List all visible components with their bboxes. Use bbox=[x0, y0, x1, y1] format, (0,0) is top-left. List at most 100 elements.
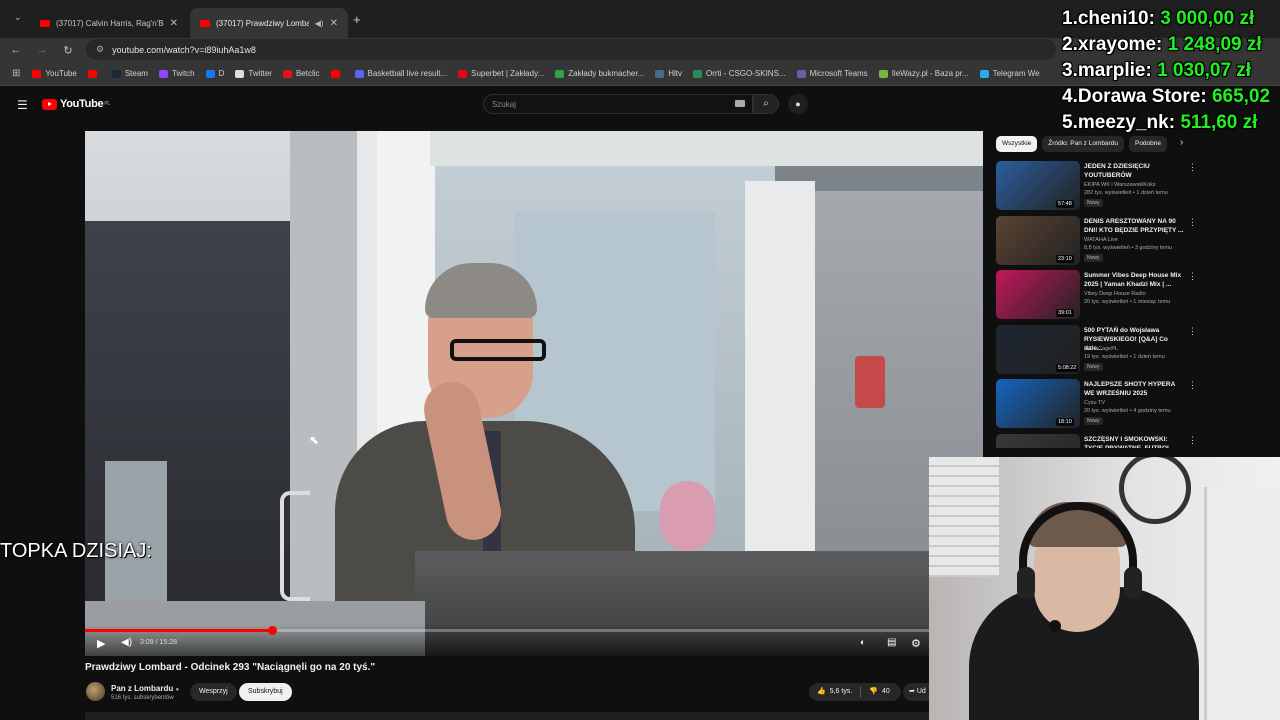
chip-similar[interactable]: Podobne bbox=[1128, 136, 1168, 152]
bookmark-item[interactable]: Twitch bbox=[158, 69, 195, 78]
site-info-icon[interactable]: ⚙ bbox=[96, 44, 104, 55]
apps-grid-icon[interactable]: ⊞ bbox=[12, 68, 20, 79]
bookmark-item[interactable]: Steam bbox=[111, 69, 148, 78]
forward-icon[interactable]: → bbox=[32, 44, 52, 56]
bookmark-item[interactable]: D bbox=[205, 69, 224, 78]
recommendation-channel[interactable]: Vibey Deep House Radio bbox=[1084, 291, 1146, 297]
like-button[interactable]: 👍 5,6 tys. bbox=[809, 683, 860, 701]
back-icon[interactable]: ← bbox=[6, 44, 26, 56]
recommendation-item[interactable]: SZCZĘSNY I SMOKOWSKI: ŻYCIE PRYWATNE, FU… bbox=[996, 433, 1201, 448]
more-options-icon[interactable]: ⋮ bbox=[1188, 326, 1197, 337]
wall-sign bbox=[855, 356, 885, 408]
play-icon[interactable]: ▶ bbox=[97, 637, 105, 650]
recommendation-channel[interactable]: WATAHA Live bbox=[1084, 237, 1118, 243]
bookmark-label: Telegram We bbox=[992, 69, 1040, 78]
leaderboard-amount: 3 000,00 zł bbox=[1160, 8, 1255, 29]
recommendation-title[interactable]: SZCZĘSNY I SMOKOWSKI: ŻYCIE PRYWATNE, FU… bbox=[1084, 435, 1186, 448]
video-player[interactable]: ⬉ ▶ ◀) 3:09 / 15:28 ◐ ▤ ⚙ bbox=[85, 131, 983, 656]
progress-bar[interactable] bbox=[85, 626, 983, 635]
recommendation-meta: 8,8 tys. wyświetleń • 3 godziny temu bbox=[1084, 244, 1173, 251]
keyboard-icon[interactable] bbox=[735, 100, 745, 107]
bookmark-item[interactable]: Microsoft Teams bbox=[796, 69, 868, 78]
more-options-icon[interactable]: ⋮ bbox=[1188, 380, 1197, 391]
menu-icon[interactable]: ☰ bbox=[17, 98, 28, 112]
leaderboard-name: xrayome: bbox=[1077, 34, 1163, 55]
bookmark-item[interactable] bbox=[87, 69, 101, 78]
bookmark-favicon-icon bbox=[235, 69, 245, 78]
search-input[interactable]: Szukaj bbox=[483, 94, 753, 114]
recommendation-title[interactable]: NAJLEPSZE SHOTY HYPERA WE WRZEŚNIU 2025 bbox=[1084, 380, 1186, 398]
chip-all[interactable]: Wszystkie bbox=[996, 136, 1038, 152]
channel-avatar[interactable] bbox=[86, 682, 105, 701]
recommendation-channel[interactable]: EKIPA WK i WarszawskiKoks bbox=[1084, 182, 1156, 188]
bookmark-item[interactable]: Hltv bbox=[655, 69, 682, 78]
bookmark-label: Hltv bbox=[668, 69, 683, 78]
bookmark-favicon-icon bbox=[87, 69, 97, 78]
leaderboard-row: 1.cheni10: 3 000,00 zł bbox=[1062, 6, 1280, 32]
more-options-icon[interactable]: ⋮ bbox=[1188, 162, 1197, 173]
new-badge: Nowy bbox=[1084, 417, 1103, 425]
speaker-icon[interactable]: ◀) bbox=[315, 19, 324, 28]
logo-region: PL bbox=[104, 101, 110, 107]
description-box[interactable] bbox=[85, 712, 930, 720]
more-options-icon[interactable]: ⋮ bbox=[1188, 217, 1197, 228]
bookmark-label: Twitter bbox=[248, 69, 272, 78]
duration-badge: 18:10 bbox=[1056, 418, 1074, 426]
bookmark-item[interactable]: IleWazy.pl - Baza pr... bbox=[878, 69, 969, 78]
search-button[interactable]: ⌕ bbox=[753, 94, 779, 114]
close-tab-icon[interactable]: ✕ bbox=[324, 18, 338, 29]
recommendation-title[interactable]: JEDEN Z DZIESIĘCIU YOUTUBERÓW bbox=[1084, 162, 1186, 180]
voice-search-button[interactable]: ● bbox=[788, 94, 808, 114]
settings-gear-icon[interactable]: ⚙ bbox=[911, 637, 921, 650]
recommendation-title[interactable]: DENIS ARESZTOWANY NA 90 DNI! KTO BĘDZIE … bbox=[1084, 217, 1186, 235]
bookmark-item[interactable]: Superbet | Zakłady... bbox=[458, 69, 544, 78]
bookmark-favicon-icon bbox=[693, 69, 703, 78]
leaderboard-row: 3.marplie: 1 030,07 zł bbox=[1062, 58, 1280, 84]
headset-earcup bbox=[1017, 567, 1035, 599]
mouse-cursor-icon: ⬉ bbox=[309, 433, 320, 447]
url-bar[interactable]: ⚙ youtube.com/watch?v=i89iuhAa1w8 bbox=[86, 39, 1056, 60]
youtube-logo[interactable]: YouTube PL bbox=[42, 98, 110, 110]
support-button[interactable]: Wesprzyj bbox=[190, 683, 237, 701]
recommendation-channel[interactable]: InTheCagePL bbox=[1084, 346, 1118, 352]
tab-search-icon[interactable]: ⌄ bbox=[14, 12, 22, 23]
more-options-icon[interactable]: ⋮ bbox=[1188, 435, 1197, 446]
chevron-right-icon[interactable]: › bbox=[1180, 137, 1183, 148]
youtube-favicon-icon bbox=[200, 19, 210, 27]
recommendation-item[interactable]: 18:10 NAJLEPSZE SHOTY HYPERA WE WRZEŚNIU … bbox=[996, 379, 1201, 431]
recommendation-item[interactable]: 23:10 DENIS ARESZTOWANY NA 90 DNI! KTO BĘ… bbox=[996, 215, 1201, 268]
bookmark-favicon-icon bbox=[111, 69, 121, 78]
recommendation-item[interactable]: 39:01 Summer Vibes Deep House Mix 2025 | … bbox=[996, 270, 1201, 322]
recommendation-item[interactable]: 5:08:22 500 PYTAŃ do Wojsława RYSIEWSKIEG… bbox=[996, 324, 1201, 377]
browser-tab-1[interactable]: (37017) Calvin Harris, Rag'n'Bone ✕ bbox=[30, 8, 188, 38]
scrubber-handle[interactable] bbox=[267, 626, 277, 635]
bookmark-item[interactable]: Betclic bbox=[282, 69, 320, 78]
bookmark-item[interactable]: Twitter bbox=[235, 69, 272, 78]
bookmark-item[interactable] bbox=[330, 69, 344, 78]
new-tab-button[interactable]: + bbox=[353, 12, 361, 27]
bookmark-item[interactable]: Orrti - CSGO-SKINS... bbox=[693, 69, 786, 78]
chip-source[interactable]: Źródło: Pan z Lombardu bbox=[1042, 136, 1124, 152]
recommendation-item[interactable]: 57:48 JEDEN Z DZIESIĘCIU YOUTUBERÓW EKIPA … bbox=[996, 161, 1201, 213]
recommendation-title[interactable]: Summer Vibes Deep House Mix 2025 | Yaman… bbox=[1084, 271, 1186, 289]
close-tab-icon[interactable]: ✕ bbox=[164, 18, 178, 29]
bookmark-item[interactable]: Basketball live result... bbox=[354, 69, 447, 78]
subscribe-button[interactable]: Subskrybuj bbox=[239, 683, 292, 701]
autoplay-toggle-icon[interactable]: ◐ bbox=[860, 637, 865, 647]
recommendation-thumbnail[interactable] bbox=[996, 433, 1080, 448]
bookmark-item[interactable]: Telegram We bbox=[979, 69, 1040, 78]
channel-name-link[interactable]: Pan z Lombardu ● bbox=[111, 684, 179, 693]
bookmark-item[interactable]: YouTube bbox=[32, 69, 77, 78]
bookmark-item[interactable]: Zakłady bukmacher... bbox=[555, 69, 644, 78]
more-options-icon[interactable]: ⋮ bbox=[1188, 271, 1197, 282]
recommendation-channel[interactable]: Cysu TV bbox=[1084, 400, 1105, 406]
reload-icon[interactable]: ↻ bbox=[58, 44, 78, 57]
recommendation-meta: 19 tys. wyświetleń • 1 dzień temu bbox=[1084, 353, 1165, 360]
dislike-button[interactable]: 👎 40 bbox=[861, 683, 898, 701]
browser-tab-2[interactable]: (37017) Prawdziwy Lombard ◀) ✕ bbox=[190, 8, 348, 38]
pink-item bbox=[660, 481, 715, 551]
volume-icon[interactable]: ◀) bbox=[121, 637, 132, 648]
subtitles-icon[interactable]: ▤ bbox=[887, 637, 896, 648]
leaderboard-rank: 2. bbox=[1062, 34, 1078, 55]
microphone-icon: ● bbox=[795, 99, 801, 109]
